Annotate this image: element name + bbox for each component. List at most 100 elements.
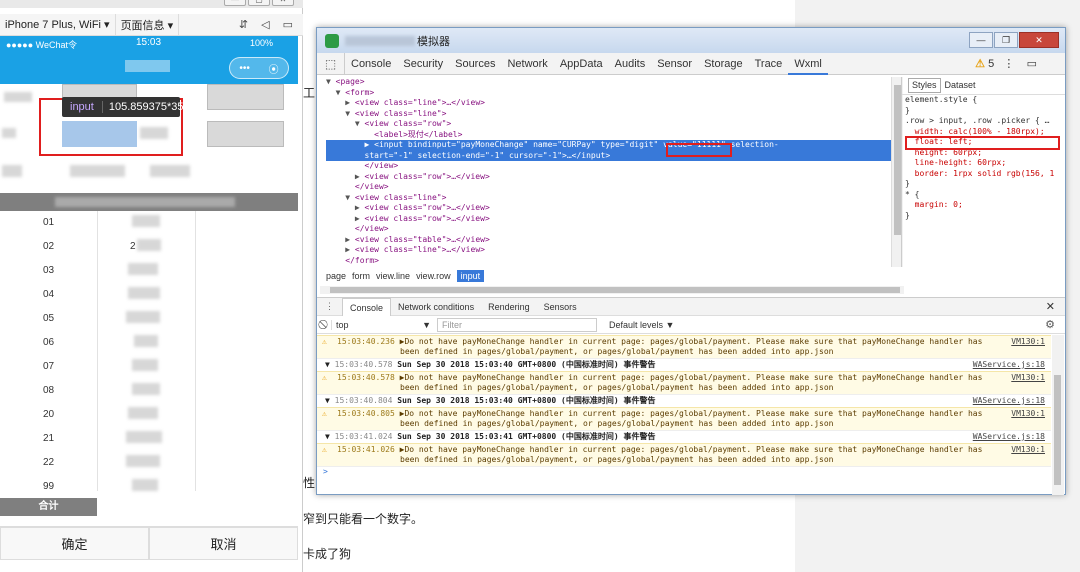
console-group[interactable]: ▼ 15:03:41.024 Sun Sep 30 2018 15:03:41 … <box>317 430 1051 443</box>
tab-appdata[interactable]: AppData <box>554 53 609 75</box>
wxml-node[interactable]: ▶ <view class="row">…</view> <box>326 172 891 183</box>
breadcrumb-item[interactable]: view.line <box>376 271 410 281</box>
console-prompt[interactable]: > <box>317 466 1051 477</box>
console-scrollbar[interactable] <box>1052 335 1064 495</box>
console-warning[interactable]: ⚠ 15:03:40.578 ▶Do not have payMoneChange… <box>317 371 1051 394</box>
cancel-button[interactable]: 取消 <box>149 527 298 560</box>
drawer-tab-network-conditions[interactable]: Network conditions <box>391 298 481 316</box>
wxml-node[interactable]: <label>现付</label> <box>326 130 891 141</box>
simulator-toolbar: iPhone 7 Plus, WiFi ▾ 页面信息 ▾ ⇵ ◁ ▭ <box>0 14 303 36</box>
breadcrumb-item-active[interactable]: input <box>456 270 485 282</box>
style-rule-line[interactable]: } <box>902 106 1065 117</box>
wxml-node[interactable]: ▶ <view class="line">…</view> <box>326 98 891 109</box>
context-select[interactable]: top ▼ <box>331 319 431 330</box>
form-field[interactable] <box>207 121 284 147</box>
breadcrumb-item[interactable]: form <box>352 271 370 281</box>
style-rule-line[interactable]: line-height: 60rpx; <box>902 158 1065 169</box>
warning-count[interactable]: ⚠ 5 ⋮ ▭ <box>975 57 1037 70</box>
wxml-node[interactable]: start="-1" selection-end="-1" cursor="-1… <box>326 150 891 161</box>
device-select[interactable]: iPhone 7 Plus, WiFi ▾ <box>0 14 116 35</box>
console-group[interactable]: ▼ 15:03:40.804 Sun Sep 30 2018 15:03:40 … <box>317 394 1051 407</box>
source-link[interactable]: VM130:1 <box>1011 445 1045 455</box>
breadcrumb-item[interactable]: view.row <box>416 271 451 281</box>
wxml-tree[interactable]: ▼ <page> ▼ <form> ▶ <view class="line">…… <box>326 77 891 264</box>
wxml-node[interactable]: ▼ <view class="line"> <box>326 193 891 204</box>
phone-status-bar: ●●●●● WeChat令 15:03 100% <box>0 36 298 52</box>
tab-sources[interactable]: Sources <box>449 53 501 75</box>
tab-wxml[interactable]: Wxml <box>788 53 828 75</box>
wxml-node[interactable]: ▼ <page> <box>326 77 891 88</box>
tab-dataset[interactable]: Dataset <box>945 80 976 91</box>
source-link[interactable]: VM130:1 <box>1011 373 1045 383</box>
capsule-menu[interactable]: ••• ⦿ <box>229 57 289 79</box>
page-info-select[interactable]: 页面信息 ▾ <box>116 14 180 35</box>
source-link[interactable]: VM130:1 <box>1011 409 1045 419</box>
tab-trace[interactable]: Trace <box>749 53 789 75</box>
close-drawer-icon[interactable]: ✕ <box>1046 300 1055 313</box>
maximize-icon[interactable]: ▢ <box>248 0 270 6</box>
tab-styles[interactable]: Styles <box>908 78 941 93</box>
wxml-node[interactable]: ▶ <view class="row">…</view> <box>326 203 891 214</box>
console-warning[interactable]: ⚠ 15:03:41.026 ▶Do not have payMoneChange… <box>317 443 1051 466</box>
style-rule-line[interactable]: border: 1rpx solid rgb(156, 1 <box>902 169 1065 180</box>
source-link[interactable]: VM130:1 <box>1011 337 1045 347</box>
console-group[interactable]: ▼ 15:03:40.578 Sun Sep 30 2018 15:03:40 … <box>317 358 1051 371</box>
row-code: 05 <box>43 313 55 324</box>
row-code: 20 <box>43 409 55 420</box>
minimize-icon[interactable]: — <box>969 32 993 48</box>
wxml-node[interactable]: ▼ <view class="row"> <box>326 119 891 130</box>
wxml-node[interactable]: ▶ <view class="row">…</view> <box>326 214 891 225</box>
wxml-node[interactable]: </form> <box>326 256 891 265</box>
wxml-node[interactable]: </view> <box>326 161 891 172</box>
restore-icon[interactable]: ❐ <box>994 32 1018 48</box>
drawer-tab-console[interactable]: Console <box>342 297 392 316</box>
tab-storage[interactable]: Storage <box>698 53 749 75</box>
style-rule-line[interactable]: * { <box>902 190 1065 201</box>
more-icon[interactable]: ••• <box>239 63 250 74</box>
window-icon[interactable]: ▭ <box>283 18 293 31</box>
wxml-node[interactable]: ▼ <form> <box>326 88 891 99</box>
style-rule-line[interactable]: element.style { <box>902 95 1065 106</box>
source-link[interactable]: WAService.js:18 <box>973 396 1045 406</box>
rotate-icon[interactable]: ⇵ <box>239 18 248 31</box>
form-field[interactable] <box>207 84 284 110</box>
drawer-tab-rendering[interactable]: Rendering <box>481 298 537 316</box>
style-rule-line[interactable]: } <box>902 179 1065 190</box>
confirm-button[interactable]: 确定 <box>0 527 149 560</box>
more-tabs-icon[interactable]: ⋮ <box>317 301 342 312</box>
styles-pane: Styles Dataset element.style {} .row > in… <box>901 77 1065 267</box>
wxml-node[interactable]: </view> <box>326 224 891 235</box>
filter-input[interactable]: Filter <box>437 317 597 332</box>
tab-audits[interactable]: Audits <box>609 53 652 75</box>
close-icon[interactable]: ✕ <box>272 0 294 6</box>
inspect-element-icon[interactable]: ⬚ <box>317 52 345 75</box>
wxml-node[interactable]: ▼ <view class="line"> <box>326 109 891 120</box>
tab-network[interactable]: Network <box>501 53 553 75</box>
row-code: 03 <box>43 265 55 276</box>
form-value <box>150 165 190 177</box>
minimize-icon[interactable]: — <box>224 0 246 6</box>
wxml-node[interactable]: </view> <box>326 182 891 193</box>
wxml-node[interactable]: ▶ <input bindinput="payMoneChange" name=… <box>326 140 891 151</box>
levels-select[interactable]: Default levels ▼ <box>609 320 674 330</box>
doc-fragment-top: 工 <box>303 86 316 100</box>
tab-sensor[interactable]: Sensor <box>651 53 698 75</box>
console-warning[interactable]: ⚠ 15:03:40.236 ▶Do not have payMoneChange… <box>317 335 1051 358</box>
sound-icon[interactable]: ◁ <box>261 18 269 31</box>
source-link[interactable]: WAService.js:18 <box>973 360 1045 370</box>
source-link[interactable]: WAService.js:18 <box>973 432 1045 442</box>
console-warning[interactable]: ⚠ 15:03:40.805 ▶Do not have payMoneChange… <box>317 407 1051 430</box>
style-rule-line[interactable]: } <box>902 211 1065 222</box>
style-rule-line[interactable]: .row > input, .row .picker { … <box>902 116 1065 127</box>
tab-security[interactable]: Security <box>397 53 449 75</box>
exit-icon[interactable]: ⦿ <box>269 61 279 76</box>
tab-console[interactable]: Console <box>345 53 397 75</box>
gear-icon[interactable]: ⚙ <box>1045 318 1055 331</box>
breadcrumb-item[interactable]: page <box>326 271 346 281</box>
close-icon[interactable]: ✕ <box>1019 32 1059 48</box>
wxml-node[interactable]: ▶ <view class="table">…</view> <box>326 235 891 246</box>
style-rule-line[interactable]: margin: 0; <box>902 200 1065 211</box>
wxml-node[interactable]: ▶ <view class="line">…</view> <box>326 245 891 256</box>
horizontal-scrollbar[interactable] <box>320 286 904 294</box>
drawer-tab-sensors[interactable]: Sensors <box>537 298 584 316</box>
